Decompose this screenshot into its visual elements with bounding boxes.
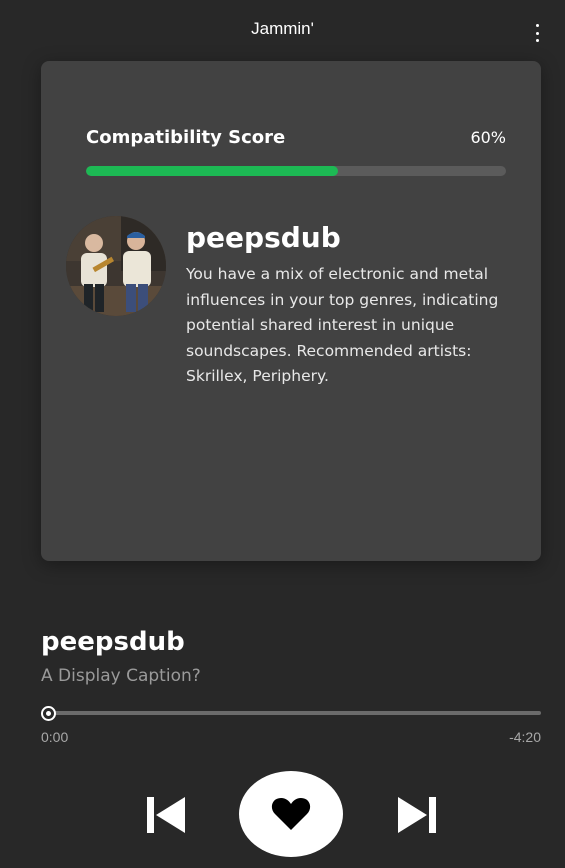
heart-icon [271,798,311,830]
track-caption: A Display Caption? [41,666,201,686]
time-elapsed: 0:00 [41,729,69,745]
previous-button[interactable] [145,795,187,835]
more-vertical-icon[interactable] [529,24,545,42]
like-button[interactable] [239,771,343,857]
skip-next-icon [398,797,436,833]
skip-previous-icon [147,797,185,833]
user-name: peepsdub [186,221,341,254]
avatar-photo [66,216,166,316]
user-avatar [66,216,166,316]
compatibility-score-fill [86,166,338,176]
compatibility-score-value: 60% [470,128,506,147]
time-remaining: -4:20 [509,729,541,745]
playback-progress-knob[interactable] [41,706,56,721]
compatibility-description: You have a mix of electronic and metal i… [186,265,499,385]
track-title: peepsdub [41,627,185,657]
compatibility-score-bar [86,166,506,176]
next-button[interactable] [396,795,438,835]
app-title: Jammin' [251,19,314,38]
playback-progress-bar[interactable] [48,711,541,715]
top-bar: Jammin' [0,0,565,60]
compatibility-card: Compatibility Score 60% peepsdub You hav… [41,61,541,561]
compatibility-score-label: Compatibility Score [86,127,286,148]
